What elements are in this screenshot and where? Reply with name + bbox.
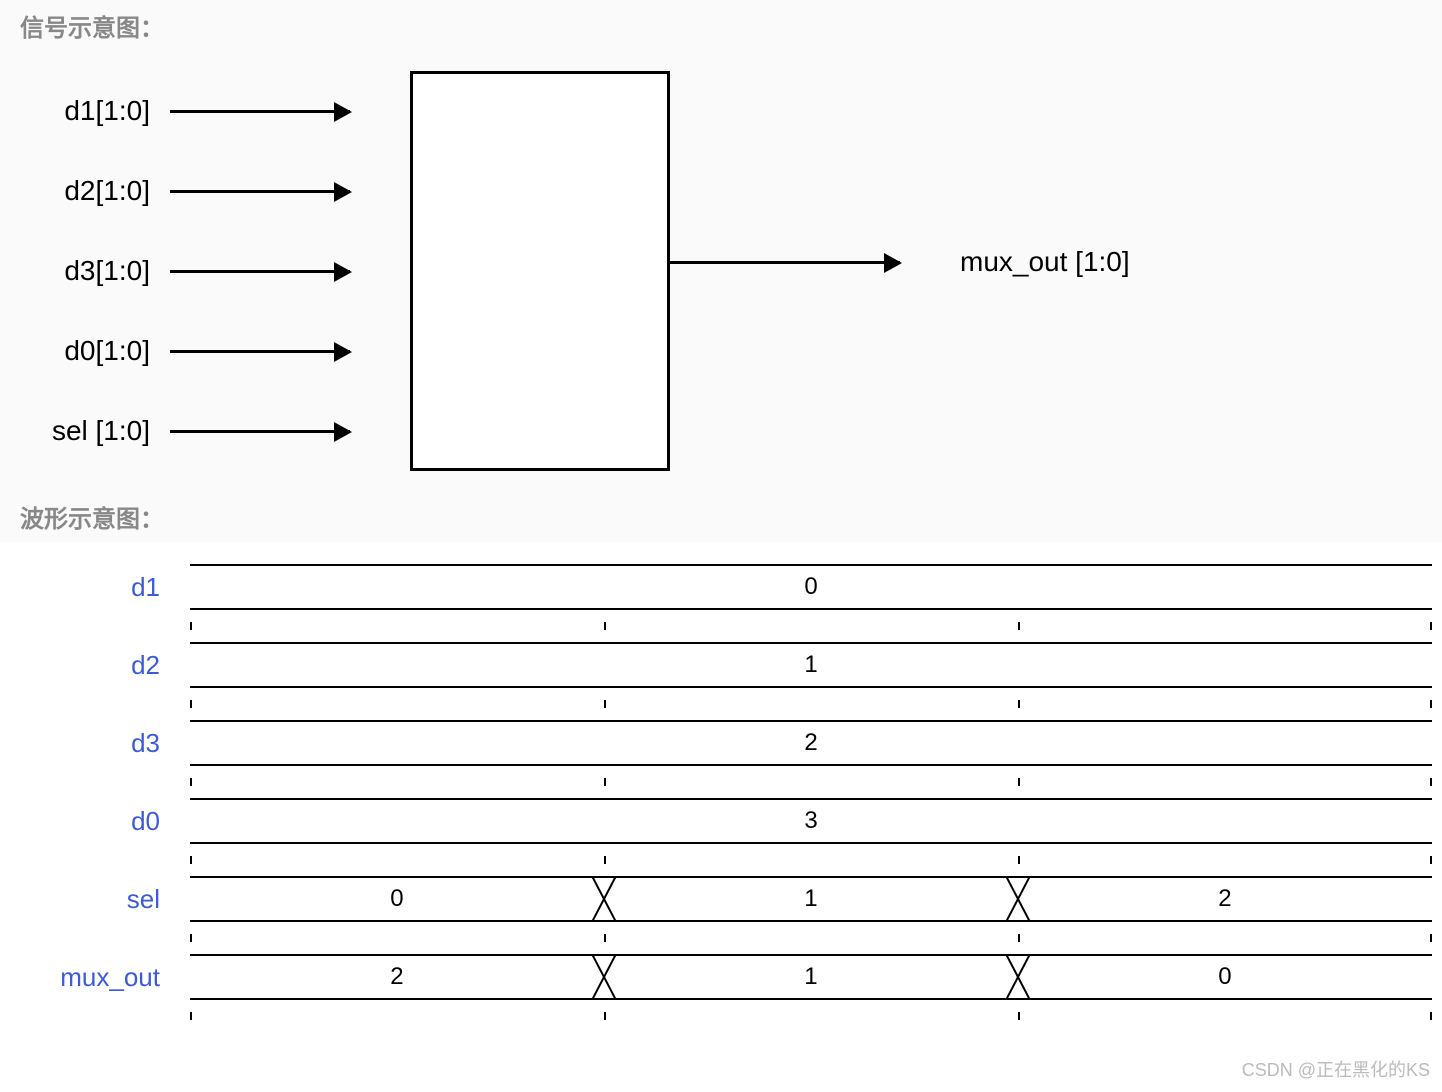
tick-row (190, 856, 1432, 864)
bus-value: 1 (604, 954, 1018, 1000)
wave-label: d0 (0, 806, 190, 837)
wave-track: 1 (190, 642, 1432, 688)
wave-track: 3 (190, 798, 1432, 844)
input-label-sel: sel [1:0] (20, 415, 170, 447)
wave-track: 2 (190, 720, 1432, 766)
wave-label: d3 (0, 728, 190, 759)
bus-value: 3 (190, 798, 1432, 844)
bus-value: 2 (190, 720, 1432, 766)
tick-row (190, 1012, 1432, 1020)
wave-row-d2: d2 1 (0, 630, 1442, 700)
wave-track: 2 1 0 (190, 954, 1432, 1000)
input-row: d3[1:0] (20, 231, 1422, 311)
arrow-icon (170, 350, 350, 353)
waveform-diagram: d1 0 d2 1 d3 2 d0 3 sel 0 1 (0, 542, 1442, 1050)
bus-value: 0 (190, 876, 604, 922)
bus-value: 2 (190, 954, 604, 1000)
tick-row (190, 934, 1432, 942)
mux-box (410, 71, 670, 471)
input-label-d0: d0[1:0] (20, 335, 170, 367)
bus-value: 0 (1018, 954, 1432, 1000)
input-row: d2[1:0] (20, 151, 1422, 231)
wave-row-d0: d0 3 (0, 786, 1442, 856)
bus-value: 1 (604, 876, 1018, 922)
wave-label: d1 (0, 572, 190, 603)
bus-value: 0 (190, 564, 1432, 610)
arrow-icon (170, 430, 350, 433)
input-row: d0[1:0] (20, 311, 1422, 391)
input-label-d2: d2[1:0] (20, 175, 170, 207)
input-label-d1: d1[1:0] (20, 95, 170, 127)
wave-label: mux_out (0, 962, 190, 993)
wave-row-d3: d3 2 (0, 708, 1442, 778)
output-label: mux_out [1:0] (960, 246, 1130, 278)
wave-label: d2 (0, 650, 190, 681)
bus-value: 1 (190, 642, 1432, 688)
input-row: sel [1:0] (20, 391, 1422, 471)
tick-row (190, 622, 1432, 630)
waveform-title: 波形示意图： (0, 491, 1442, 542)
tick-row (190, 700, 1432, 708)
output-arrow (670, 261, 900, 264)
wave-label: sel (0, 884, 190, 915)
wave-row-d1: d1 0 (0, 552, 1442, 622)
bus-value: 2 (1018, 876, 1432, 922)
arrow-icon (170, 110, 350, 113)
block-diagram-title: 信号示意图： (0, 0, 1442, 51)
tick-row (190, 778, 1432, 786)
wave-track: 0 1 2 (190, 876, 1432, 922)
wave-row-sel: sel 0 1 2 (0, 864, 1442, 934)
arrow-icon (170, 190, 350, 193)
input-row: d1[1:0] (20, 71, 1422, 151)
watermark: CSDN @正在黑化的KS (0, 1050, 1442, 1092)
arrow-icon (170, 270, 350, 273)
wave-track: 0 (190, 564, 1432, 610)
block-diagram: mux_out [1:0] d1[1:0] d2[1:0] d3[1:0] d0… (0, 51, 1442, 491)
input-label-d3: d3[1:0] (20, 255, 170, 287)
wave-row-muxout: mux_out 2 1 0 (0, 942, 1442, 1012)
